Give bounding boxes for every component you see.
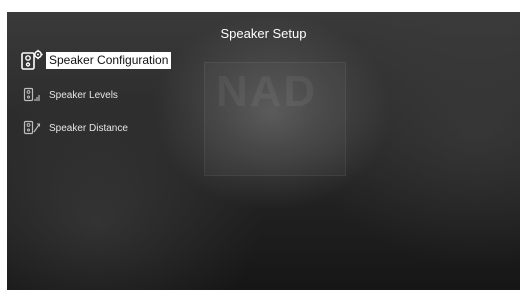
menu-item-label: Speaker Distance <box>49 122 128 134</box>
menu-item-label: Speaker Configuration <box>46 51 172 69</box>
menu-item-label: Speaker Levels <box>49 89 118 101</box>
speaker-gear-icon <box>20 49 44 70</box>
menu-item-speaker-levels[interactable]: Speaker Levels <box>20 85 118 105</box>
tv-frame: NAD Speaker Setup Speaker Configuration <box>0 0 525 300</box>
speaker-levels-icon <box>20 85 44 105</box>
speaker-setup-screen: NAD Speaker Setup Speaker Configuration <box>7 12 520 290</box>
background-logo: NAD <box>216 67 318 116</box>
menu-item-speaker-distance[interactable]: Speaker Distance <box>20 118 128 138</box>
menu-item-speaker-configuration[interactable]: Speaker Configuration <box>20 49 172 70</box>
speaker-distance-icon <box>20 118 44 138</box>
page-title: Speaker Setup <box>220 26 307 41</box>
